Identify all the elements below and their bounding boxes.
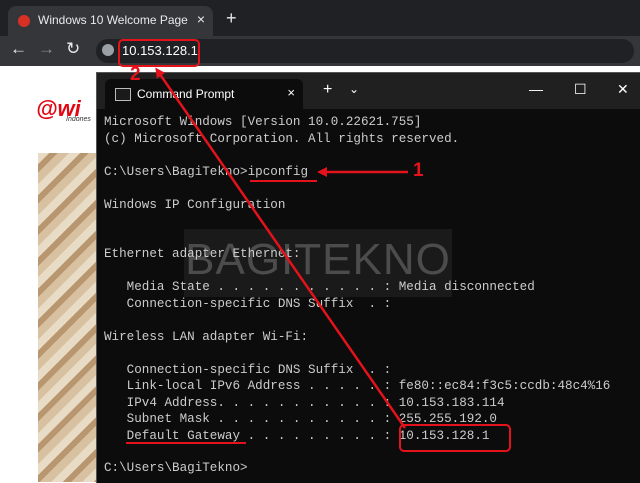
annotation-arrows xyxy=(155,67,408,429)
arrow-to-address-bar xyxy=(155,67,407,429)
